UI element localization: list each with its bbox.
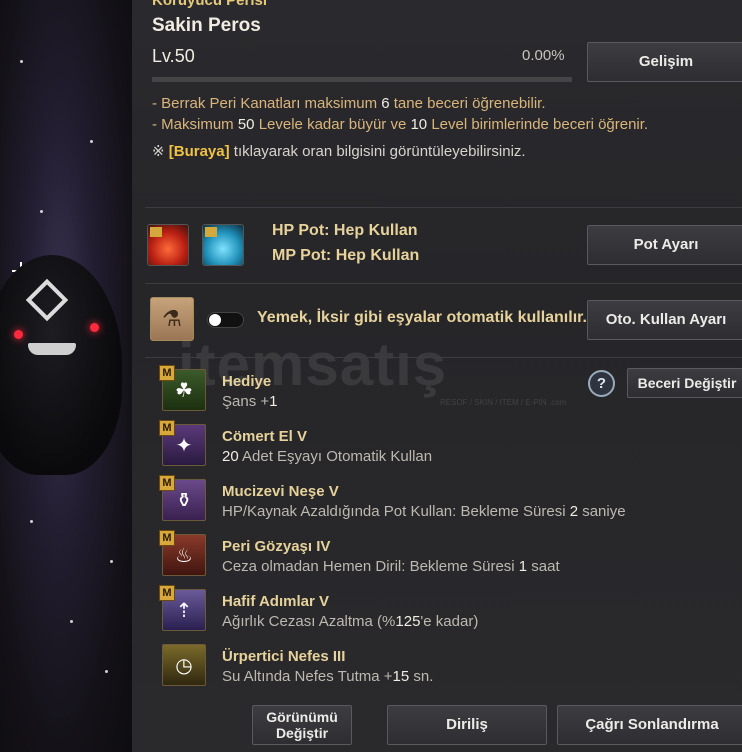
pet-right-eye	[90, 323, 99, 332]
skill-desc: Ağırlık Cezası Azaltma (%125'e kadar)	[222, 613, 478, 630]
auto-use-text: Yemek, İksir gibi eşyalar otomatik kulla…	[257, 309, 587, 326]
watermark-sub: RESOF / SKIN / ITEM / E-PIN .com	[440, 398, 567, 407]
skill-name: Cömert El V	[222, 428, 308, 445]
bookmark-icon	[150, 227, 162, 237]
skill-desc: Şans +1	[222, 393, 277, 410]
auto-use-toggle[interactable]	[207, 312, 244, 328]
pet-category-title: Koruyucu Perisi	[152, 0, 268, 9]
pet-name: Sakin Peros	[152, 15, 261, 36]
master-badge: M	[159, 585, 175, 601]
hp-potion-setting: HP Pot: Hep Kullan	[272, 222, 418, 239]
toggle-knob	[209, 314, 221, 326]
info-line-rate-link: ※ [Buraya] tıklayarak oran bilgisini gör…	[152, 142, 526, 160]
pet-level: Lv.50	[152, 46, 195, 67]
skill-desc-number: 1	[518, 558, 528, 575]
info-number: 50	[237, 116, 255, 133]
upgrade-button[interactable]: Gelişim	[587, 42, 742, 82]
skill-desc-text: 'e kadar)	[420, 613, 479, 630]
master-badge: M	[159, 365, 175, 381]
master-badge: M	[159, 420, 175, 436]
skill-desc-text: Şans +	[222, 393, 270, 410]
exp-bar	[152, 77, 572, 82]
skill-desc-text: Adet Eşyayı Otomatik Kullan	[238, 448, 433, 465]
skill-desc-text: Ceza olmadan Hemen Diril: Bekleme Süresi	[222, 558, 519, 575]
watermark: itemsatış	[178, 331, 448, 398]
skill-desc-number: 1	[269, 393, 278, 410]
skill-name: Ürpertici Nefes III	[222, 648, 346, 665]
skill-desc-number: 2	[569, 503, 579, 520]
potion-plus-icon: M ⚱	[159, 475, 206, 521]
skill-desc-text: sn.	[409, 668, 434, 685]
info-text: tane beceri öğrenebilir.	[389, 95, 546, 112]
exp-percent: 0.00%	[522, 47, 565, 64]
skill-name: Hediye	[222, 373, 272, 390]
level-value: 50	[174, 46, 195, 66]
skill-name: Hafif Adımlar V	[222, 593, 329, 610]
change-skill-button[interactable]: Beceri Değiştir	[627, 368, 742, 398]
bookmark-icon	[205, 227, 217, 237]
mp-potion-slot[interactable]	[202, 224, 244, 266]
clover-icon: M ☘	[159, 365, 206, 411]
skill-desc: Ceza olmadan Hemen Diril: Bekleme Süresi…	[222, 558, 560, 575]
skill-desc-text: Ağırlık Cezası Azaltma (%	[222, 613, 396, 630]
pet-emblem-icon	[25, 278, 69, 322]
info-number: 6	[381, 95, 390, 112]
divider	[145, 357, 742, 358]
master-badge: M	[159, 530, 175, 546]
revive-button[interactable]: Diriliş	[387, 705, 547, 745]
info-text: tıklayarak oran bilgisini görüntüleyebil…	[229, 143, 526, 160]
skill-desc-text: saat	[527, 558, 560, 575]
skill-desc-text: HP/Kaynak Azaldığında Pot Kullan: Beklem…	[222, 503, 570, 520]
divider	[145, 283, 742, 284]
skill-name: Peri Gözyaşı IV	[222, 538, 331, 555]
info-text: - Berrak Peri Kanatları maksimum	[152, 95, 382, 112]
pet-creature	[0, 255, 122, 475]
skill-name: Mucizevi Neşe V	[222, 483, 339, 500]
skill-desc-number: 125	[395, 613, 421, 630]
info-text: Levele kadar büyür ve	[254, 116, 411, 133]
weight-arrow-icon: M ⇡	[159, 585, 206, 631]
tear-vial-icon: M ♨	[159, 530, 206, 576]
skill-desc: HP/Kaynak Azaldığında Pot Kullan: Beklem…	[222, 503, 626, 520]
change-appearance-button[interactable]: Görünümü Değiştir	[252, 705, 352, 745]
pet-mouth	[28, 343, 76, 355]
info-line-skill-limit: - Berrak Peri Kanatları maksimum 6 tane …	[152, 95, 546, 112]
skill-desc: 20 Adet Eşyayı Otomatik Kullan	[222, 448, 432, 465]
rate-info-link[interactable]: [Buraya]	[169, 143, 230, 160]
skill-desc-text: saniye	[578, 503, 626, 520]
skill-desc: Su Altında Nefes Tutma +15 sn.	[222, 668, 433, 685]
divider	[145, 207, 742, 208]
info-text: - Maksimum	[152, 116, 238, 133]
potion-settings-button[interactable]: Pot Ayarı	[587, 225, 742, 265]
potion-gear-icon: ⚗	[150, 297, 194, 341]
hp-potion-slot[interactable]	[147, 224, 189, 266]
skill-desc-number: 15	[392, 668, 410, 685]
master-badge: M	[159, 475, 175, 491]
mp-potion-setting: MP Pot: Hep Kullan	[272, 247, 420, 264]
info-line-level-limit: - Maksimum 50 Levele kadar büyür ve 10 L…	[152, 116, 648, 133]
skill-desc-number: 20	[222, 448, 239, 465]
fairy-icon: M ✦	[159, 420, 206, 466]
info-number: 10	[410, 116, 428, 133]
game-scene-background	[0, 0, 132, 752]
note-mark: ※	[152, 143, 169, 160]
skill-desc-text: Su Altında Nefes Tutma +	[222, 668, 393, 685]
dismiss-summon-button[interactable]: Çağrı Sonlandırma	[557, 705, 742, 745]
info-text: Level birimlerinde beceri öğrenir.	[427, 116, 649, 133]
help-icon[interactable]: ?	[588, 370, 615, 397]
auto-use-settings-button[interactable]: Oto. Kullan Ayarı	[587, 300, 742, 340]
level-prefix: Lv.	[152, 46, 175, 66]
pet-left-eye	[14, 330, 23, 339]
breath-timer-icon: ◷	[162, 644, 206, 686]
